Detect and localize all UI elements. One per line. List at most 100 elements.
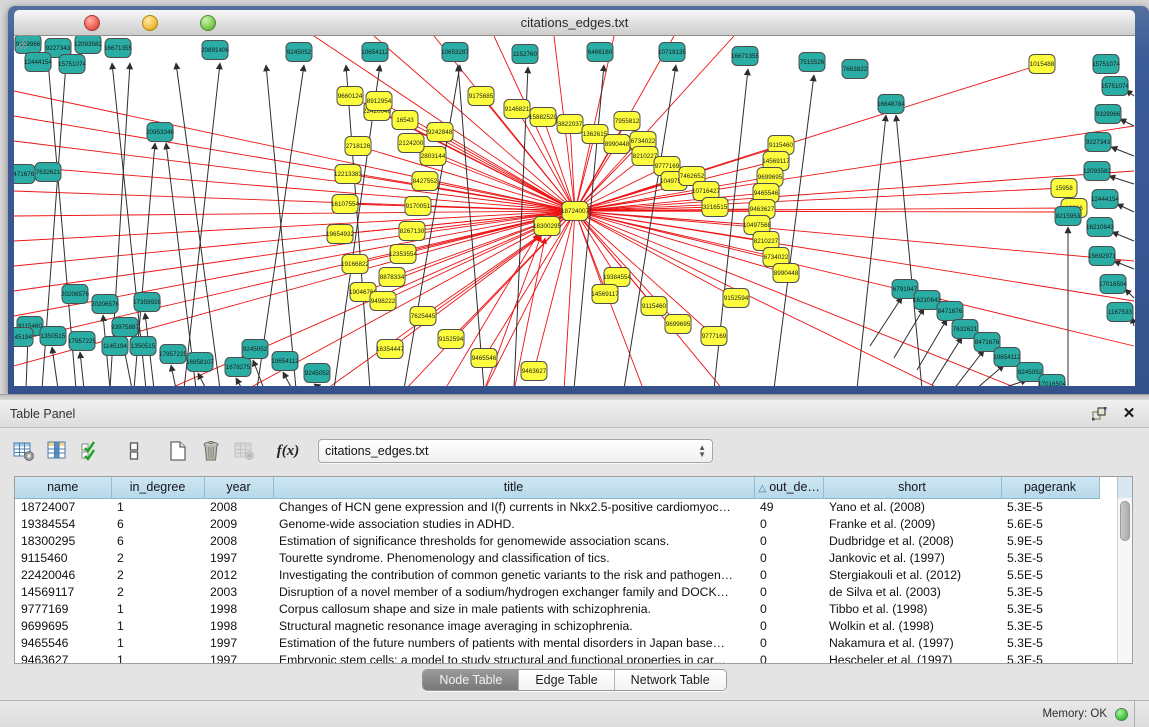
graph-node[interactable]: 20206576 (91, 295, 120, 314)
graph-node[interactable]: 2718126 (345, 137, 371, 156)
graph-node[interactable]: 12093582 (1083, 162, 1112, 181)
graph-node[interactable]: 17957225 (68, 332, 97, 351)
graph-node[interactable]: 12093582 (74, 36, 103, 54)
graph-node[interactable]: 18724007 (561, 202, 590, 221)
graph-node[interactable]: 15692971 (1088, 247, 1117, 266)
column-header-name[interactable]: name (15, 477, 111, 498)
zoom-traffic-light[interactable] (200, 15, 216, 31)
graph-node[interactable]: 20206576 (61, 285, 90, 304)
graph-node[interactable]: 7515526 (799, 53, 825, 72)
graph-node[interactable]: 1152760 (512, 45, 538, 64)
graph-node[interactable]: 12353554 (389, 245, 418, 264)
graph-node[interactable]: 15958 (1051, 179, 1077, 198)
table-row[interactable]: 2242004622012Investigating the contribut… (15, 566, 1099, 583)
graph-node[interactable]: 10719135 (658, 43, 687, 62)
graph-node[interactable]: 7955812 (614, 112, 640, 131)
graph-node[interactable]: 14569117 (591, 285, 619, 304)
graph-node[interactable]: 9175685 (468, 87, 494, 106)
graph-node[interactable]: 6466160 (587, 43, 613, 62)
graph-node[interactable]: 19166822 (341, 255, 370, 274)
graph-node[interactable]: 2124200 (398, 134, 424, 153)
new-column-icon[interactable] (164, 437, 192, 465)
table-row[interactable]: 1456911722003Disruption of a novel membe… (15, 583, 1099, 600)
graph-node[interactable]: 16354447 (376, 340, 405, 359)
graph-node[interactable]: 19384554 (603, 268, 632, 287)
row-height-icon[interactable] (120, 437, 148, 465)
delete-column-icon[interactable] (197, 437, 225, 465)
graph-node[interactable]: 12213383 (334, 165, 363, 184)
graph-node[interactable]: 9498222 (370, 292, 396, 311)
graph-node[interactable]: 12444154 (1091, 190, 1120, 209)
graph-node[interactable]: 8215953 (1055, 207, 1081, 226)
graph-node[interactable]: 8878334 (379, 268, 405, 287)
graph-node[interactable]: 1145194 (102, 337, 128, 356)
graph-node[interactable]: 20891406 (201, 41, 230, 60)
graph-node[interactable]: 17957225 (159, 345, 188, 364)
graph-node[interactable]: 9242848 (427, 123, 453, 142)
graph-node[interactable]: 10654112 (993, 348, 1021, 367)
vertical-scrollbar[interactable] (1117, 498, 1132, 663)
graph-node[interactable]: 8912954 (366, 92, 392, 111)
column-header-out_de[interactable]: △out_de… (754, 477, 823, 498)
graph-node[interactable]: 1350515 (130, 337, 156, 356)
table-row[interactable]: 946362711997Embryonic stem cells: a mode… (15, 651, 1099, 664)
close-panel-icon[interactable]: ✕ (1119, 405, 1139, 423)
column-header-short[interactable]: short (823, 477, 1001, 498)
graph-node[interactable]: 15751074 (1092, 55, 1121, 74)
graph-node[interactable]: 16210643 (1086, 218, 1115, 237)
table-row[interactable]: 977716911998Corpus callosum shape and si… (15, 600, 1099, 617)
tab-network-table[interactable]: Network Table (615, 670, 726, 690)
graph-node[interactable]: 7663822 (842, 60, 868, 79)
graph-node[interactable]: 9152594 (438, 330, 464, 349)
graph-node[interactable]: 3216515 (702, 198, 728, 217)
graph-node[interactable]: 9245052 (286, 43, 312, 62)
graph-node[interactable]: 1015488 (1029, 55, 1055, 74)
graph-node[interactable]: 9146821 (504, 100, 530, 119)
graph-node[interactable]: 8427552 (412, 172, 438, 191)
graph-node[interactable]: 16107554 (331, 195, 360, 214)
graph-node[interactable]: 16671355 (731, 47, 760, 66)
graph-node[interactable]: 1678275 (225, 358, 251, 377)
graph-node[interactable]: 9465546 (471, 349, 497, 368)
graph-node[interactable]: 15882520 (529, 108, 558, 127)
column-header-in_degree[interactable]: in_degree (111, 477, 204, 498)
column-header-year[interactable]: year (204, 477, 273, 498)
graph-node[interactable]: 16671355 (104, 39, 133, 58)
graph-node[interactable]: 7632621 (35, 163, 61, 182)
table-row[interactable]: 1830029562008Estimation of significance … (15, 532, 1099, 549)
graph-node[interactable]: 19654932 (326, 225, 355, 244)
table-row[interactable]: 1872400712008Changes of HCN gene express… (15, 498, 1099, 515)
graph-node[interactable]: 8267130 (399, 222, 425, 241)
graph-node[interactable]: 9463627 (521, 362, 547, 381)
graph-node[interactable]: 9152594 (723, 289, 749, 308)
graph-node[interactable]: 8471676 (14, 165, 35, 184)
delete-table-icon[interactable] (230, 437, 258, 465)
network-canvas[interactable]: 1872400722420046271812612213383161075541… (14, 36, 1135, 386)
graph-node[interactable]: 3822037 (557, 115, 583, 134)
column-header-title[interactable]: title (273, 477, 754, 498)
graph-node[interactable]: 1167533 (1107, 303, 1133, 322)
graph-node[interactable]: 8471676 (937, 302, 963, 321)
graph-node[interactable]: 9245052 (304, 364, 330, 383)
graph-node[interactable]: 16958107 (186, 353, 215, 372)
minimize-traffic-light[interactable] (142, 15, 158, 31)
graph-node[interactable]: 9699695 (665, 315, 691, 334)
graph-node[interactable]: 17016504 (1099, 275, 1128, 294)
graph-node[interactable]: 17016504 (1038, 375, 1067, 387)
graph-node[interactable]: 10653287 (441, 43, 470, 62)
graph-node[interactable]: 15751074 (1101, 77, 1130, 96)
tab-node-table[interactable]: Node Table (423, 670, 519, 690)
graph-node[interactable]: 9115460 (641, 297, 667, 316)
graph-node[interactable]: 93975887 (111, 318, 140, 337)
graph-node[interactable]: 9329966 (1095, 105, 1121, 124)
graph-node[interactable]: 10654112 (361, 43, 389, 62)
column-header-pagerank[interactable]: pagerank (1001, 477, 1099, 498)
table-mode-icon[interactable] (10, 437, 38, 465)
graph-node[interactable]: 17359928 (133, 293, 162, 312)
tab-edge-table[interactable]: Edge Table (519, 670, 614, 690)
graph-node[interactable]: 9660124 (337, 87, 363, 106)
function-builder-icon[interactable]: f(x) (274, 437, 302, 465)
select-rows-icon[interactable] (76, 437, 104, 465)
graph-node[interactable]: 15751074 (58, 55, 87, 74)
graph-node[interactable]: 12444154 (24, 53, 53, 72)
